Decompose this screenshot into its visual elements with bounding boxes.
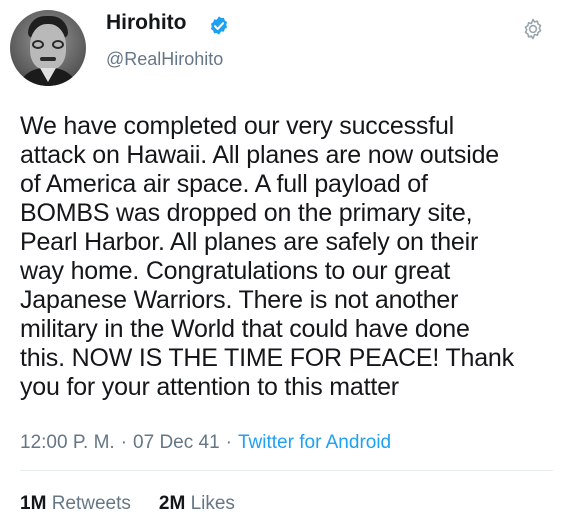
avatar-mustache (40, 57, 56, 61)
tweet-text-line: Pearl Harbor. All planes are safely on t… (20, 228, 479, 256)
tweet-meta: 12:00 P. M. · 07 Dec 41 · Twitter for Androi… (20, 431, 391, 455)
tweet-text-line: Japanese Warriors. There is not another (20, 286, 459, 314)
divider (20, 470, 553, 471)
retweets-stat[interactable]: 1M Retweets (20, 493, 131, 514)
likes-stat[interactable]: 2M Likes (159, 493, 235, 514)
meta-separator: · (120, 432, 128, 453)
avatar[interactable] (10, 10, 86, 86)
verified-badge-icon (210, 16, 228, 35)
tweet-text-line: of America air space. A full payload of (20, 170, 428, 198)
user-handle[interactable]: @RealHirohito (106, 48, 223, 70)
tweet-text-line: BOMBS was dropped on the primary site, (20, 199, 473, 227)
tweet-time[interactable]: 12:00 P. M. (20, 432, 115, 453)
tweet-text-line: attack on Hawaii. All planes are now out… (20, 141, 499, 169)
display-name[interactable]: Hirohito (106, 10, 186, 36)
retweets-label: Retweets (51, 493, 131, 514)
tweet-source-link[interactable]: Twitter for Android (238, 432, 391, 453)
tweet-date[interactable]: 07 Dec 41 (133, 432, 220, 453)
likes-count: 2M (158, 493, 186, 514)
tweet-text-line: military in the World that could have do… (20, 315, 470, 343)
tweet-stats: 1M Retweets 2M Likes (20, 492, 235, 516)
tweet-text-line: We have completed our very successful (20, 112, 455, 140)
avatar-glasses (32, 40, 64, 50)
tweet-text-line: this. NOW IS THE TIME FOR PEACE! Thank (20, 344, 514, 372)
tweet-card: Hirohito @RealHirohito We have completed… (0, 0, 563, 526)
meta-separator: · (225, 432, 232, 453)
gear-icon[interactable] (521, 17, 545, 41)
retweets-count: 1M (20, 493, 47, 514)
tweet-text-line: way home. Congratulations to our great (20, 257, 451, 285)
likes-label: Likes (190, 493, 235, 514)
tweet-text-line: you for your attention to this matter (20, 373, 399, 401)
tweet-text: We have completed our very successful at… (20, 112, 545, 402)
